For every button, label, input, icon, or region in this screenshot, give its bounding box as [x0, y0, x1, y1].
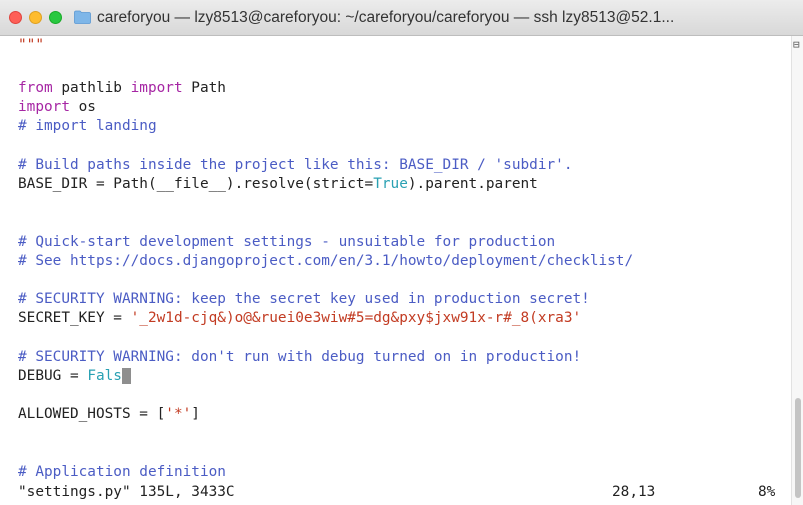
- code-line: """: [18, 36, 44, 55]
- zoom-window-button[interactable]: [49, 11, 62, 24]
- code-text: ]: [191, 406, 200, 422]
- code-line: BASE_DIR = Path(__file__).resolve(strict…: [18, 175, 538, 194]
- code-text: ALLOWED_HOSTS = [: [18, 406, 166, 422]
- comment-line: # Quick-start development settings - uns…: [18, 234, 556, 250]
- comment-line: # import landing: [18, 118, 157, 134]
- import-name: os: [69, 99, 96, 115]
- code-text: SECRET_KEY =: [18, 310, 131, 326]
- title-bar[interactable]: careforyou — lzy8513@careforyou: ~/caref…: [0, 0, 803, 36]
- comment-line: # Application definition: [18, 464, 226, 480]
- builtin-constant: Fals: [87, 368, 122, 384]
- code-line: DEBUG = Fals: [18, 367, 131, 386]
- scrollbar[interactable]: ⊟: [791, 36, 803, 505]
- code-text: BASE_DIR = Path(__file__).resolve(strict…: [18, 176, 374, 192]
- import-name: Path: [182, 80, 226, 96]
- docstring-quotes: """: [18, 37, 44, 53]
- code-text: ).parent.parent: [407, 176, 538, 192]
- comment-line: # SECURITY WARNING: don't run with debug…: [18, 349, 582, 365]
- comment-line: # Build paths inside the project like th…: [18, 157, 573, 173]
- code-text: DEBUG =: [18, 368, 88, 384]
- window-title: careforyou — lzy8513@careforyou: ~/caref…: [97, 9, 675, 26]
- module-name: pathlib: [52, 80, 131, 96]
- keyword: import: [18, 99, 70, 115]
- status-cursor-position: 28,13: [612, 484, 656, 500]
- code-line: ALLOWED_HOSTS = ['*']: [18, 405, 200, 424]
- folder-icon: [74, 10, 91, 24]
- keyword: from: [18, 80, 53, 96]
- comment-line: # SECURITY WARNING: keep the secret key …: [18, 291, 590, 307]
- string-literal: '*': [165, 406, 192, 422]
- comment-line: # See https://docs.djangoproject.com/en/…: [18, 253, 634, 269]
- code-line: from pathlib import Path: [18, 79, 226, 98]
- code-line: SECRET_KEY = '_2w1d-cjq&)o@&ruei0e3wiw#5…: [18, 309, 581, 328]
- text-cursor: [121, 368, 131, 384]
- builtin-constant: True: [373, 176, 408, 192]
- string-literal: '_2w1d-cjq&)o@&ruei0e3wiw#5=dg&pxy$jxw91…: [130, 310, 582, 326]
- status-scroll-percent: 8%: [758, 484, 776, 500]
- code-line: import os: [18, 98, 96, 117]
- status-file-info: "settings.py" 135L, 3433C: [18, 484, 235, 500]
- close-window-button[interactable]: [9, 11, 22, 24]
- keyword: import: [130, 80, 183, 96]
- scrollbar-thumb[interactable]: [795, 398, 801, 498]
- terminal-area[interactable]: """ from pathlib import Path import os #…: [0, 36, 790, 505]
- minimize-window-button[interactable]: [29, 11, 42, 24]
- scroll-marker-icon: ⊟: [793, 38, 800, 51]
